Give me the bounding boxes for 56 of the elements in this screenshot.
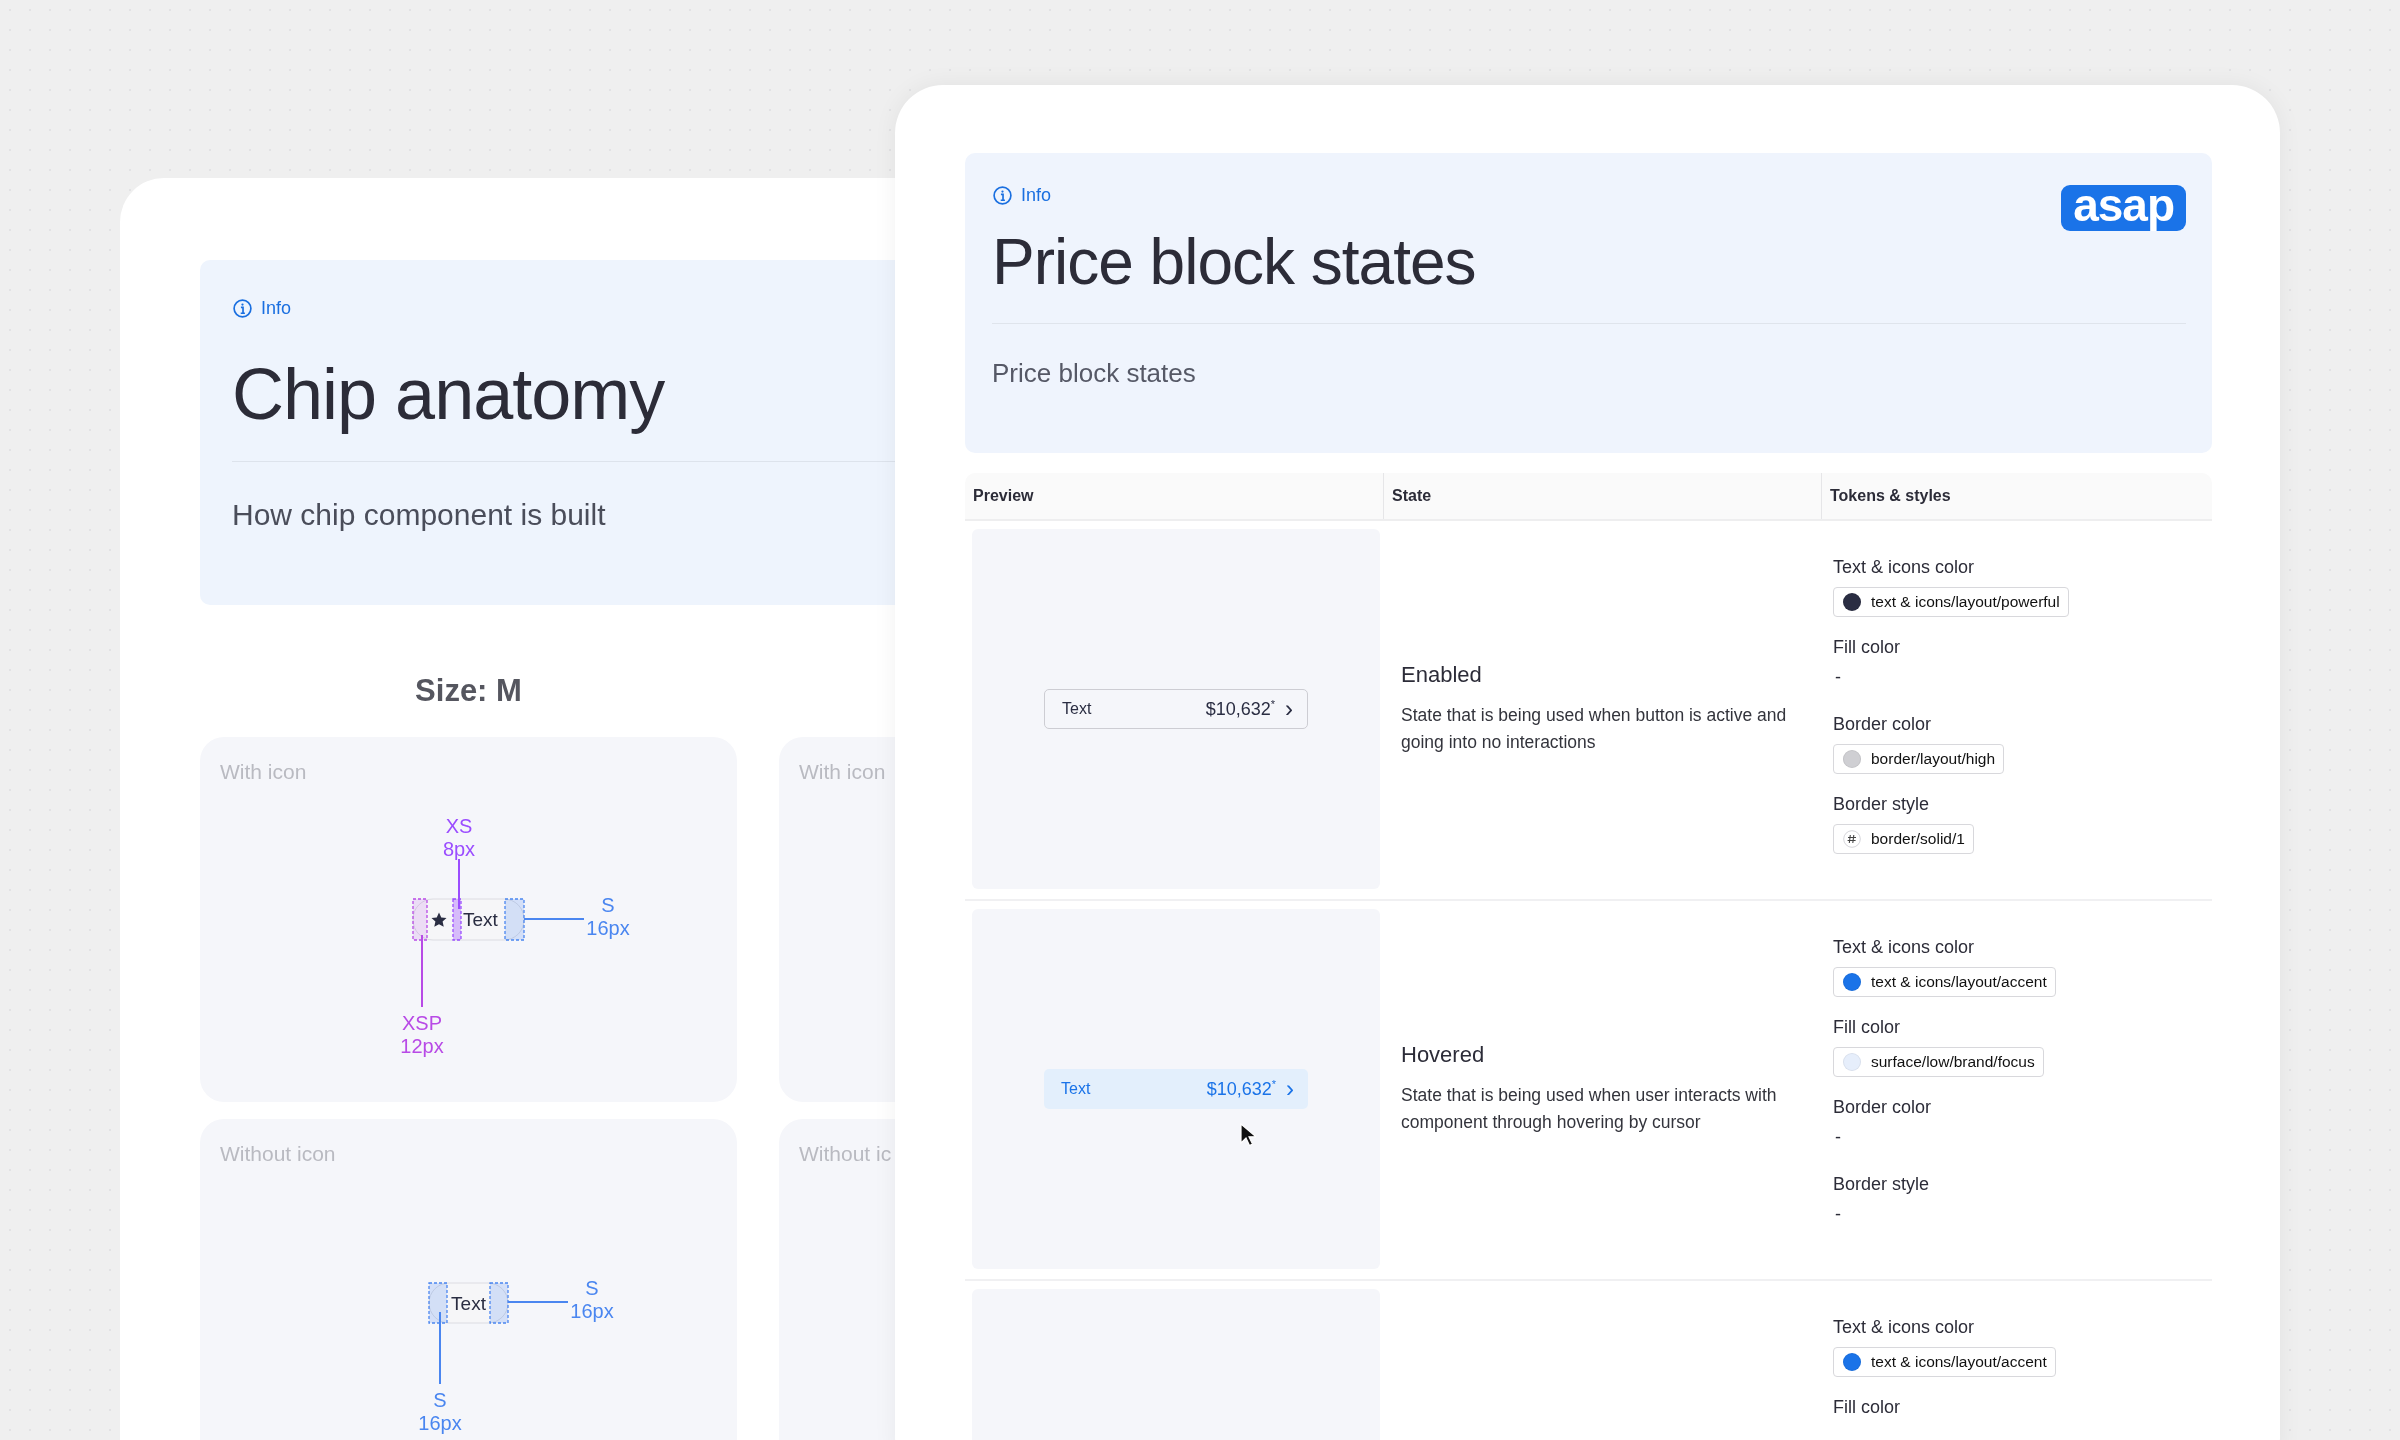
info-icon [992,185,1013,206]
spacing-name: XS [445,815,473,837]
state-name: Enabled [1401,662,1483,688]
panel-label: With icon [220,760,307,784]
token-value: - [1835,667,1842,688]
state-description: State that is being used when user interacts with component through hovering by cursor [1401,1084,1778,1134]
page-subtitle: How chip component is built [232,498,607,532]
token-label: Border color [1833,1097,1933,1118]
token-label: Text & icons color [1833,937,1976,958]
spacing-name: S [601,894,615,916]
panel-label: With icon [799,760,886,784]
page-title: Chip anatomy [232,353,666,435]
price-block[interactable]: Text $10,632$^{*}$ › [1044,689,1308,729]
spacing-value: 8px [442,838,476,860]
token-label: Border color [1833,714,1933,735]
spacing-name: S [433,1389,447,1411]
panel-label: Without ic [799,1142,892,1166]
spacing-name: XSP [402,1012,442,1034]
cursor-icon [1240,1123,1256,1147]
token-label: Fill color [1833,1397,1901,1418]
column-header: Preview [972,486,1035,506]
token-value: - [1835,1204,1842,1225]
spacing-name: S [585,1277,599,1299]
token-label: Fill color [1833,637,1901,658]
chip-text: Text [451,1293,486,1314]
token-label: Text & icons color [1833,1317,1976,1338]
state-name: Hovered [1401,1042,1486,1068]
token-label: Border style [1833,794,1931,815]
info-label: Info [261,298,292,319]
token-chip: text & icons/layout/accent [1833,1347,2056,1377]
section-title: Size: M [414,673,523,709]
token-chip: surface/low/brand/focus [1833,1047,2044,1077]
token-label: Border style [1833,1174,1931,1195]
token-chip: border/solid/1 [1833,824,1974,854]
page-title: Price block states [992,225,1477,299]
spacing-value: 16px [570,1300,614,1322]
column-header: State [1383,473,1821,519]
token-chip: border/layout/high [1833,744,2005,774]
hash-icon [1843,830,1861,848]
spacing-value: 16px [586,917,630,939]
logo: asap [2061,185,2186,231]
spacing-value: 12px [400,1035,444,1057]
state-description: State that is being used when button is active and going into no interactions [1401,704,1788,754]
chip-text: Text [463,909,498,930]
price-block[interactable]: Text $10,632$^{*}$ › [1044,1069,1308,1109]
token-label: Text & icons color [1833,557,1976,578]
page-subtitle: Price block states [992,358,1197,389]
spacing-value: 16px [418,1412,462,1434]
token-label: Fill color [1833,1017,1901,1038]
info-icon [232,298,253,319]
token-chip: text & icons/layout/accent [1833,967,2056,997]
panel-label: Without icon [220,1142,336,1166]
column-header: Tokens & styles [1821,473,2212,519]
token-chip: text & icons/layout/powerful [1833,587,2069,617]
token-value: - [1835,1127,1842,1148]
info-label: Info [1021,185,1052,206]
